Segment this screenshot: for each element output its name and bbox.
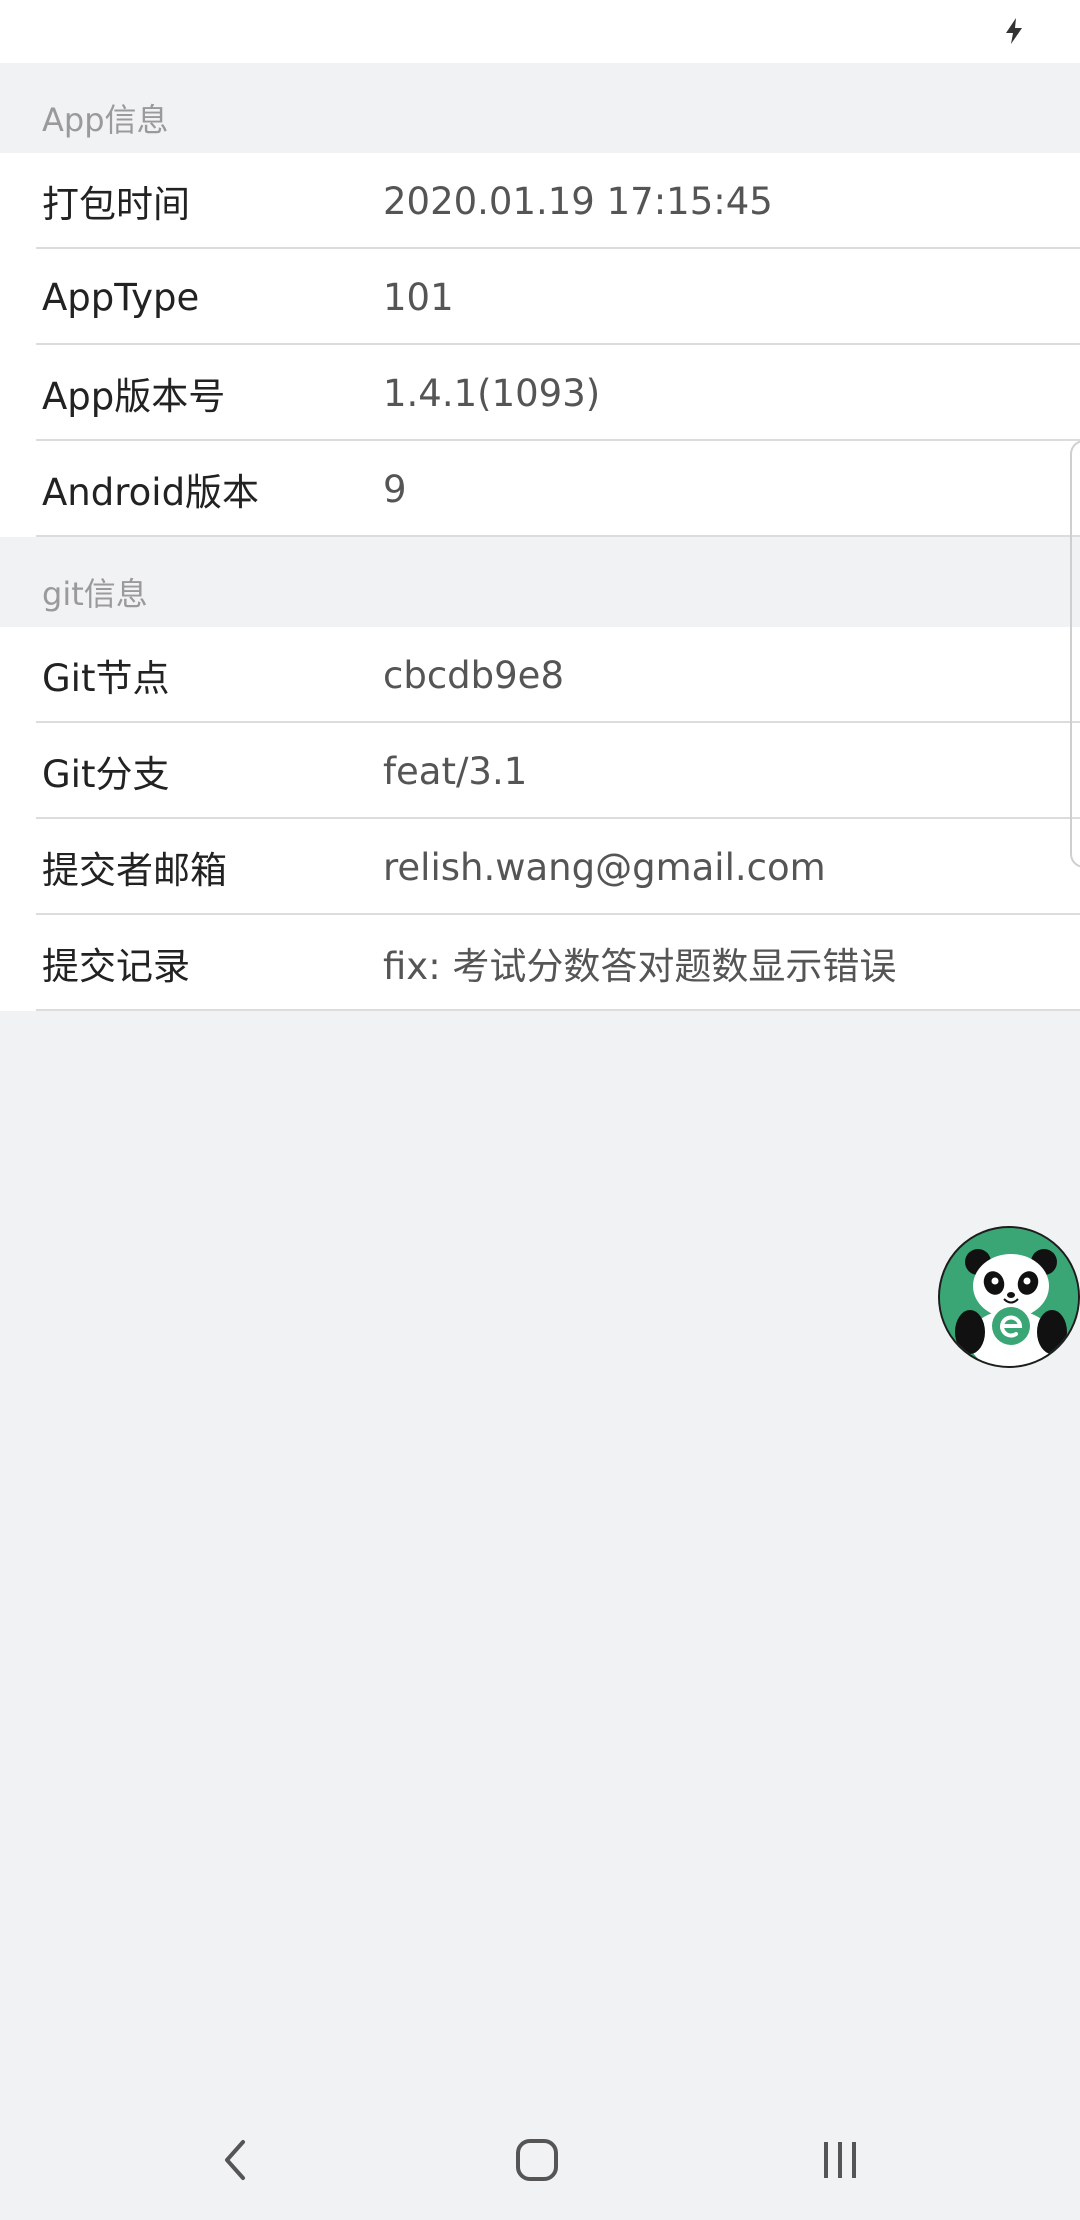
info-row-committer-email: 提交者邮箱 relish.wang@gmail.com	[0, 819, 1080, 915]
row-value: 9	[383, 467, 407, 511]
info-row-git-commit: Git节点 cbcdb9e8	[0, 627, 1080, 723]
row-label: Git节点	[42, 657, 170, 700]
row-value: feat/3.1	[383, 749, 528, 793]
row-label: 提交者邮箱	[42, 849, 227, 892]
row-value: relish.wang@gmail.com	[383, 845, 826, 889]
panda-mascot-icon	[940, 1228, 1078, 1366]
section-header-git: git信息	[42, 575, 148, 613]
info-row-app-type: AppType 101	[0, 249, 1080, 345]
info-list: App信息 打包时间 2020.01.19 17:15:45 AppType 1…	[0, 63, 1080, 1011]
row-label: AppType	[42, 275, 200, 319]
row-value: cbcdb9e8	[383, 653, 564, 697]
row-value: 1.4.1(1093)	[383, 371, 601, 415]
info-row-commit-message: 提交记录 fix: 考试分数答对题数显示错误	[0, 915, 1080, 1011]
row-value: 2020.01.19 17:15:45	[383, 179, 773, 223]
back-icon	[225, 2140, 245, 2180]
recents-icon	[824, 2142, 856, 2178]
nav-home-button[interactable]	[497, 2120, 577, 2200]
section-header-app: App信息	[42, 101, 169, 139]
nav-back-button[interactable]	[195, 2120, 275, 2200]
row-label: 打包时间	[42, 183, 190, 226]
row-label: Android版本	[42, 471, 260, 514]
row-value: 101	[383, 275, 454, 319]
info-row-android-version: Android版本 9	[0, 441, 1080, 537]
info-row-app-version: App版本号 1.4.1(1093)	[0, 345, 1080, 441]
row-label: Git分支	[42, 753, 170, 796]
nav-recents-button[interactable]	[800, 2120, 880, 2200]
status-bar	[0, 0, 1080, 63]
floating-assistant-button[interactable]	[938, 1226, 1080, 1368]
charging-icon	[1006, 18, 1022, 44]
edge-panel-handle[interactable]	[1070, 440, 1080, 868]
system-nav-bar	[0, 2090, 1080, 2220]
home-icon	[516, 2139, 558, 2181]
info-row-build-time: 打包时间 2020.01.19 17:15:45	[0, 153, 1080, 249]
row-value: fix: 考试分数答对题数显示错误	[383, 945, 897, 988]
info-row-git-branch: Git分支 feat/3.1	[0, 723, 1080, 819]
row-label: 提交记录	[42, 945, 190, 988]
row-label: App版本号	[42, 375, 226, 418]
